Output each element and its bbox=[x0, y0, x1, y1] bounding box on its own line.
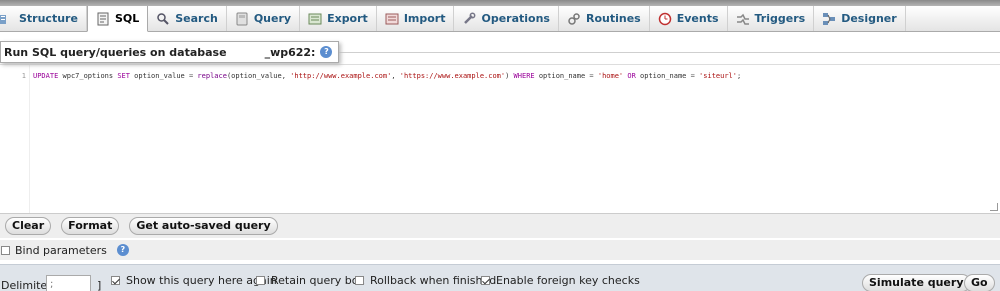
routines-icon bbox=[567, 12, 581, 26]
structure-icon bbox=[0, 12, 14, 26]
sql-string: 'siteurl' bbox=[699, 72, 737, 80]
tab-sql[interactable]: SQL bbox=[86, 6, 149, 32]
sql-string: 'https://www.example.com' bbox=[399, 72, 506, 80]
tab-designer[interactable]: Designer bbox=[814, 6, 906, 31]
help-icon[interactable]: ? bbox=[320, 46, 333, 58]
search-icon bbox=[156, 12, 170, 26]
rollback-option[interactable]: Rollback when finished bbox=[355, 274, 496, 287]
sql-keyword: SET bbox=[117, 72, 130, 80]
line-number-gutter: 1 bbox=[0, 65, 30, 213]
clock-icon bbox=[658, 12, 672, 26]
editor-button-row: Clear Format Get auto-saved query bbox=[0, 214, 1000, 238]
tab-label: Routines bbox=[585, 12, 641, 25]
sql-text: option_value bbox=[129, 72, 189, 80]
bind-parameters-row: Bind parameters ? bbox=[0, 240, 1000, 260]
sql-text: , bbox=[391, 72, 400, 80]
rollback-checkbox[interactable] bbox=[355, 276, 364, 285]
tab-label: Events bbox=[676, 12, 719, 25]
sql-text: (option_value, bbox=[226, 72, 291, 80]
sql-keyword: WHERE bbox=[513, 72, 535, 80]
go-button[interactable]: Go bbox=[964, 274, 995, 291]
import-icon bbox=[385, 12, 399, 26]
retain-query-box-option[interactable]: Retain query box bbox=[256, 274, 365, 287]
show-query-checkbox[interactable] bbox=[111, 276, 120, 285]
format-button[interactable]: Format bbox=[61, 217, 120, 235]
foreign-key-checks-option[interactable]: Enable foreign key checks bbox=[481, 274, 640, 287]
clear-button[interactable]: Clear bbox=[5, 217, 52, 235]
tab-triggers[interactable]: Triggers bbox=[728, 6, 815, 31]
tab-import[interactable]: Import bbox=[377, 6, 455, 31]
query-options-bar: Delimiter ; ] Show this query here again… bbox=[0, 264, 1000, 291]
legend-database-name: _wp622: bbox=[264, 45, 316, 59]
sql-text: option_name bbox=[534, 72, 590, 80]
get-auto-saved-query-button[interactable]: Get auto-saved query bbox=[129, 217, 278, 235]
tab-label: Operations bbox=[481, 12, 550, 25]
retain-query-box-checkbox[interactable] bbox=[256, 276, 265, 285]
tab-export[interactable]: Export bbox=[300, 6, 377, 31]
delimiter-label: Delimiter bbox=[1, 279, 52, 291]
query-fieldset-legend: Run SQL query/queries on database _wp622… bbox=[0, 41, 340, 63]
show-query-label: Show this query here again bbox=[126, 274, 277, 287]
tab-label: Export bbox=[327, 12, 368, 25]
rollback-label: Rollback when finished bbox=[370, 274, 497, 287]
legend-title: Run SQL query/queries on database bbox=[4, 45, 227, 59]
bind-parameters-checkbox[interactable] bbox=[1, 245, 10, 255]
triggers-icon bbox=[736, 12, 750, 26]
tab-label: Triggers bbox=[754, 12, 806, 25]
foreign-key-checks-label: Enable foreign key checks bbox=[496, 274, 640, 287]
sql-query-editor[interactable]: 1 UPDATE wpc7_options SET option_value =… bbox=[0, 64, 1000, 214]
sql-string: 'home' bbox=[597, 72, 624, 80]
export-icon bbox=[308, 12, 322, 26]
foreign-key-checks-checkbox[interactable] bbox=[481, 276, 490, 285]
tab-query[interactable]: Query bbox=[227, 6, 301, 31]
delimiter-input[interactable]: ; bbox=[46, 275, 91, 291]
tab-label: Query bbox=[253, 12, 292, 25]
sql-text: ; bbox=[736, 72, 742, 80]
show-query-option[interactable]: Show this query here again bbox=[111, 274, 277, 287]
tab-events[interactable]: Events bbox=[650, 6, 728, 31]
tab-operations[interactable]: Operations bbox=[454, 6, 559, 31]
tab-routines[interactable]: Routines bbox=[559, 6, 650, 31]
bind-parameters-label: Bind parameters bbox=[15, 243, 107, 257]
sql-keyword: UPDATE bbox=[33, 72, 59, 80]
tab-bar: Structure SQL Search Query Export Import bbox=[0, 6, 1000, 32]
help-icon[interactable]: ? bbox=[116, 244, 129, 256]
sql-keyword: OR bbox=[627, 72, 636, 80]
resize-grip-icon[interactable] bbox=[990, 203, 998, 211]
tab-label: Search bbox=[175, 12, 218, 25]
tab-label: SQL bbox=[114, 12, 140, 25]
query-icon bbox=[235, 12, 249, 26]
designer-icon bbox=[822, 12, 836, 26]
line-number: 1 bbox=[21, 72, 26, 80]
sql-function: replace bbox=[197, 72, 227, 80]
sql-code-line[interactable]: UPDATE wpc7_options SET option_value = r… bbox=[33, 72, 741, 80]
sql-text: option_name bbox=[635, 72, 691, 80]
tab-label: Structure bbox=[19, 12, 78, 25]
wrench-icon bbox=[462, 12, 476, 26]
tab-search[interactable]: Search bbox=[148, 6, 227, 31]
tab-structure[interactable]: Structure bbox=[0, 6, 87, 31]
delimiter-bracket: ] bbox=[97, 279, 102, 291]
sql-icon bbox=[96, 12, 110, 26]
tab-label: Designer bbox=[841, 12, 897, 25]
tab-label: Import bbox=[403, 12, 446, 25]
sql-text: wpc7_options bbox=[58, 72, 118, 80]
sql-string: 'http://www.example.com' bbox=[290, 72, 392, 80]
sql-text: ) bbox=[505, 72, 514, 80]
retain-query-box-label: Retain query box bbox=[271, 274, 365, 287]
simulate-query-button[interactable]: Simulate query bbox=[862, 274, 971, 291]
